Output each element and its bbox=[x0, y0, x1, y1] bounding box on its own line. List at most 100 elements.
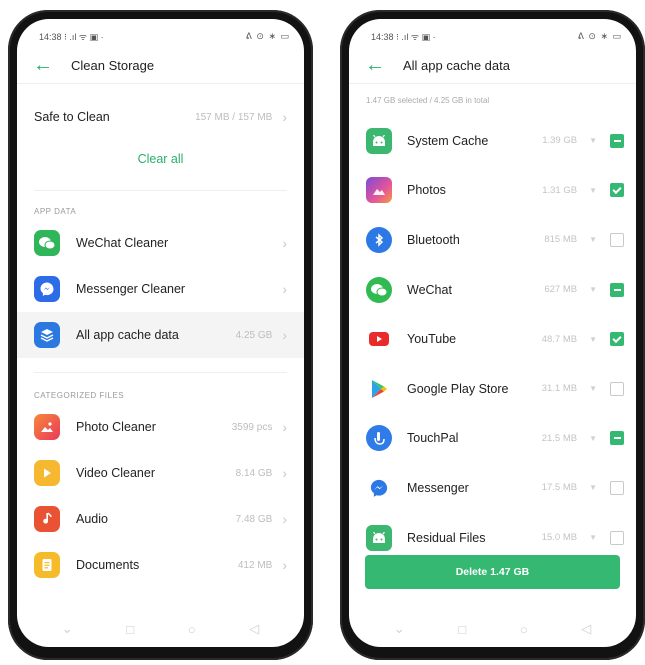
safe-to-clean-row[interactable]: Safe to Clean 157 MB / 157 MB › bbox=[17, 94, 304, 140]
collapse-chevron-icon[interactable]: ⌄ bbox=[62, 621, 73, 637]
status-right-icons: ᕕ ⊙ ∗ ▭ bbox=[577, 30, 622, 41]
item-value: 8.14 GB bbox=[235, 467, 273, 479]
app-name: TouchPal bbox=[407, 431, 459, 446]
app-name: Residual Files bbox=[407, 530, 486, 545]
divider bbox=[34, 190, 287, 191]
home-circle-icon[interactable]: ○ bbox=[188, 622, 196, 637]
item-label: Documents bbox=[76, 558, 140, 572]
clean-storage-screen: 14:38 ⁝ .ıl ᯤ ▣ · ᕕ ⊙ ∗ ▭ ← Clean Storag… bbox=[17, 19, 304, 647]
checkbox-partial[interactable] bbox=[610, 282, 624, 297]
checkbox-partial[interactable] bbox=[610, 431, 624, 446]
app-name: Messenger bbox=[407, 480, 469, 495]
app-size: 48.7 MB bbox=[541, 333, 578, 345]
app-size: 627 MB bbox=[544, 284, 578, 296]
item-label: Video Cleaner bbox=[76, 466, 155, 480]
chevron-right-icon: › bbox=[282, 557, 287, 573]
app-data-label: APP DATA bbox=[34, 207, 77, 216]
checkbox-unchecked[interactable] bbox=[610, 530, 624, 545]
app-size: 1.39 GB bbox=[542, 135, 578, 147]
chevron-down-icon[interactable]: ▼ bbox=[589, 186, 597, 195]
app-row-bluetooth[interactable]: Bluetooth 815 MB ▼ bbox=[349, 215, 636, 265]
phone-left: 14:38 ⁝ .ıl ᯤ ▣ · ᕕ ⊙ ∗ ▭ ← Clean Storag… bbox=[8, 10, 313, 660]
app-row-messenger[interactable]: Messenger 17.5 MB ▼ bbox=[349, 463, 636, 513]
chevron-down-icon[interactable]: ▼ bbox=[589, 285, 597, 294]
list-item-documents[interactable]: Documents 412 MB › bbox=[17, 542, 304, 588]
item-value: 7.48 GB bbox=[235, 513, 273, 525]
app-row-touchpal[interactable]: TouchPal 21.5 MB ▼ bbox=[349, 414, 636, 464]
app-size: 1.31 GB bbox=[542, 184, 578, 196]
item-value: 4.25 GB bbox=[235, 329, 273, 341]
app-size: 15.0 MB bbox=[541, 532, 578, 544]
app-row-youtube[interactable]: YouTube 48.7 MB ▼ bbox=[349, 314, 636, 364]
android-nav-bar: ⌄ □ ○ ◁ bbox=[349, 611, 636, 647]
list-item-photo-cleaner[interactable]: Photo Cleaner 3599 pcs › bbox=[17, 404, 304, 450]
back-arrow-icon[interactable]: ← bbox=[365, 55, 403, 75]
title-bar: ← Clean Storage bbox=[17, 47, 304, 84]
chevron-down-icon[interactable]: ▼ bbox=[589, 384, 597, 393]
list-item-audio[interactable]: Audio 7.48 GB › bbox=[17, 496, 304, 542]
chevron-down-icon[interactable]: ▼ bbox=[589, 136, 597, 145]
android-nav-bar: ⌄ □ ○ ◁ bbox=[17, 611, 304, 647]
app-row-wechat[interactable]: WeChat 627 MB ▼ bbox=[349, 265, 636, 315]
back-triangle-icon[interactable]: ◁ bbox=[581, 621, 591, 637]
clear-all-button[interactable]: Clear all bbox=[17, 140, 304, 178]
layers-icon bbox=[34, 322, 60, 348]
app-row-photos[interactable]: Photos 1.31 GB ▼ bbox=[349, 166, 636, 216]
messenger-icon bbox=[34, 276, 60, 302]
home-circle-icon[interactable]: ○ bbox=[520, 622, 528, 637]
app-cache-screen: 14:38 ⁝ .ıl ᯤ ▣ · ᕕ ⊙ ∗ ▭ ← All app cach… bbox=[349, 19, 636, 647]
page-title: Clean Storage bbox=[71, 57, 155, 73]
chevron-down-icon[interactable]: ▼ bbox=[589, 335, 597, 344]
app-name: WeChat bbox=[407, 282, 452, 297]
list-item-wechat-cleaner[interactable]: WeChat Cleaner › bbox=[17, 220, 304, 266]
document-icon bbox=[34, 552, 60, 578]
list-item-all-app-cache[interactable]: All app cache data 4.25 GB › bbox=[17, 312, 304, 358]
item-label: WeChat Cleaner bbox=[76, 236, 169, 250]
item-label: Messenger Cleaner bbox=[76, 282, 186, 296]
checkbox-unchecked[interactable] bbox=[610, 232, 624, 247]
chevron-down-icon[interactable]: ▼ bbox=[589, 533, 597, 542]
selection-summary: 1.47 GB selected / 4.25 GB in total bbox=[366, 96, 490, 105]
android-icon bbox=[366, 524, 392, 551]
list-item-messenger-cleaner[interactable]: Messenger Cleaner › bbox=[17, 266, 304, 312]
app-row-google-play-store[interactable]: Google Play Store 31.1 MB ▼ bbox=[349, 364, 636, 414]
item-value: 3599 pcs bbox=[231, 421, 273, 433]
delete-button[interactable]: Delete 1.47 GB bbox=[365, 555, 620, 589]
recents-square-icon[interactable]: □ bbox=[126, 622, 134, 637]
chevron-right-icon: › bbox=[282, 465, 287, 481]
app-name: YouTube bbox=[407, 332, 457, 347]
checkbox-checked[interactable] bbox=[610, 332, 624, 347]
back-triangle-icon[interactable]: ◁ bbox=[249, 621, 259, 637]
photo-icon bbox=[34, 414, 60, 440]
status-time: 14:38 bbox=[371, 31, 394, 42]
chevron-down-icon[interactable]: ▼ bbox=[589, 483, 597, 492]
youtube-icon bbox=[366, 326, 392, 352]
status-time: 14:38 bbox=[39, 31, 62, 42]
chevron-right-icon: › bbox=[282, 109, 287, 125]
app-size: 21.5 MB bbox=[541, 432, 578, 444]
list-item-video-cleaner[interactable]: Video Cleaner 8.14 GB › bbox=[17, 450, 304, 496]
chevron-down-icon[interactable]: ▼ bbox=[589, 434, 597, 443]
signal-icons: ⁝ .ıl ᯤ ▣ · bbox=[64, 31, 104, 42]
app-size: 815 MB bbox=[544, 234, 578, 246]
categorized-files-label: CATEGORIZED FILES bbox=[34, 391, 125, 400]
app-size: 31.1 MB bbox=[541, 383, 578, 395]
item-label: Photo Cleaner bbox=[76, 420, 156, 434]
checkbox-unchecked[interactable] bbox=[610, 381, 624, 396]
app-row-system-cache[interactable]: System Cache 1.39 GB ▼ bbox=[349, 116, 636, 166]
recents-square-icon[interactable]: □ bbox=[458, 622, 466, 637]
status-right-icons: ᕕ ⊙ ∗ ▭ bbox=[245, 30, 290, 41]
checkbox-partial[interactable] bbox=[610, 133, 624, 148]
back-arrow-icon[interactable]: ← bbox=[33, 55, 71, 75]
app-name: Photos bbox=[407, 183, 446, 198]
app-size: 17.5 MB bbox=[541, 482, 578, 494]
checkbox-unchecked[interactable] bbox=[610, 480, 624, 495]
android-icon bbox=[366, 127, 392, 154]
chevron-down-icon[interactable]: ▼ bbox=[589, 235, 597, 244]
messenger-icon bbox=[366, 475, 392, 501]
app-name: System Cache bbox=[407, 133, 489, 148]
collapse-chevron-icon[interactable]: ⌄ bbox=[394, 621, 405, 637]
play-icon bbox=[34, 460, 60, 486]
checkbox-checked[interactable] bbox=[610, 183, 624, 198]
touchpal-icon bbox=[366, 425, 392, 452]
